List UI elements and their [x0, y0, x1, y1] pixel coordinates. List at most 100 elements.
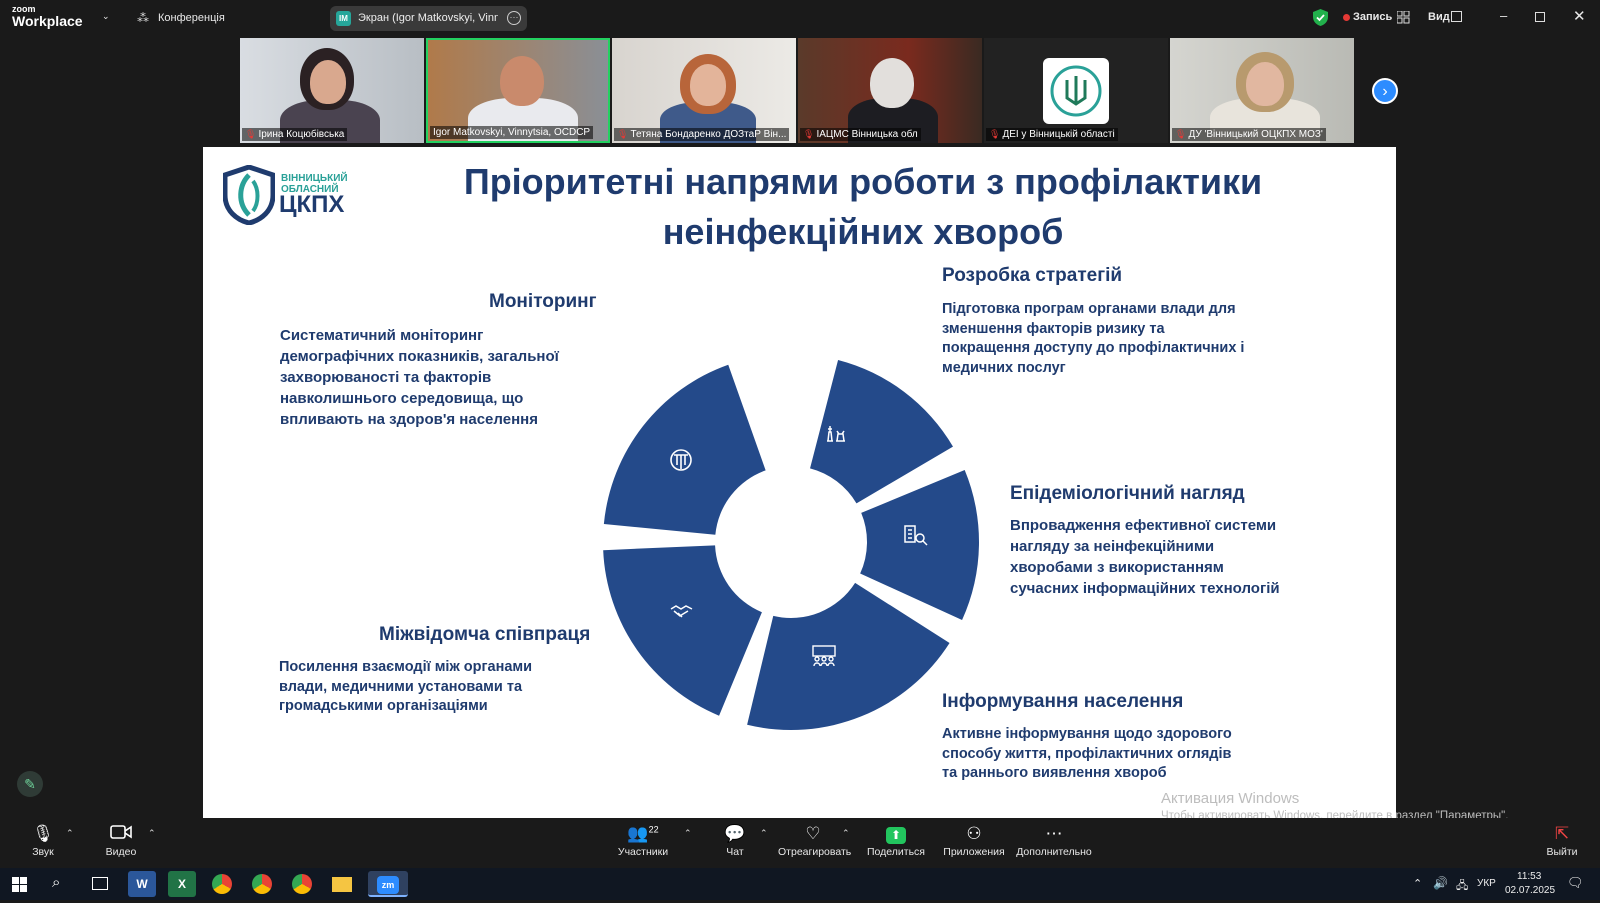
recording-label[interactable]: Запись — [1353, 11, 1392, 23]
share-label: Поделиться — [867, 846, 925, 858]
cooperation-text: Посилення взаємодії між органами влади, … — [279, 659, 533, 714]
participant-face — [690, 64, 726, 106]
priorities-ring-diagram — [603, 359, 979, 730]
gallery-grid-icon[interactable] — [1397, 11, 1410, 24]
participants-options-caret-icon[interactable]: ⌃ — [684, 828, 692, 839]
apps-label: Приложения — [943, 846, 1005, 858]
audio-button[interactable]: 🎙 Звук — [22, 818, 64, 868]
conference-icon: ⁂ — [137, 11, 149, 25]
participant-tile[interactable]: 🎙 ІАЦМС Вінницька обл — [798, 38, 982, 143]
muted-mic-icon: 🎙 — [32, 824, 54, 843]
excel-app-icon[interactable]: X — [168, 871, 196, 897]
screen-share-indicator[interactable]: IM Экран (Igor Matkovskyi, Vinnytsi ··· — [330, 6, 527, 31]
window-restore-icon[interactable] — [1535, 12, 1545, 22]
shared-slide: ВІННИЦЬКИЙ ОБЛАСНИЙ ЦКПХ Пріоритетні нап… — [203, 147, 1396, 818]
leave-door-icon: ⇱ — [1554, 824, 1570, 843]
participant-name-label: 🎙 Тетяна Бондаренко ДОЗтаР Він... — [614, 128, 790, 141]
ukraine-trident-logo-icon — [1050, 65, 1102, 117]
chat-label: Чат — [726, 846, 744, 858]
sharer-avatar-badge: IM — [336, 11, 351, 26]
task-view-icon[interactable] — [92, 877, 108, 890]
chat-button[interactable]: 💬 Чат — [717, 818, 753, 868]
participants-button[interactable]: 👥22 Участники — [612, 818, 674, 868]
leave-meeting-button[interactable]: ⇱ Выйти — [1544, 818, 1580, 868]
brand-big-text: Workplace — [12, 13, 83, 29]
share-screen-button[interactable]: ⬆ Поделиться — [866, 818, 926, 868]
muted-mic-icon: 🎙 — [617, 129, 629, 139]
network-icon[interactable]: 🖧 — [1456, 877, 1468, 896]
tray-overflow-chevron-icon[interactable]: ⌃ — [1413, 877, 1422, 890]
conference-label[interactable]: Конференція — [158, 12, 225, 24]
participant-name-label: 🎙 ІАЦМС Вінницька обл — [800, 128, 921, 141]
monitoring-heading: Моніторинг — [489, 291, 597, 312]
windows-start-icon[interactable] — [12, 877, 27, 892]
muted-mic-icon: 🎙 — [989, 129, 1001, 139]
participants-label: Участники — [617, 846, 669, 858]
encryption-shield-icon[interactable] — [1313, 9, 1328, 26]
share-more-icon[interactable]: ··· — [507, 11, 521, 25]
video-camera-icon — [100, 824, 142, 844]
participant-video-strip: 🎙 Ірина Коцюбівська Igor Matkovskyi, Vinn… — [240, 38, 1360, 144]
participant-tile-active-speaker[interactable]: Igor Matkovskyi, Vinnytsia, OCDCP — [426, 38, 610, 143]
participant-tile[interactable]: 🎙 Ірина Коцюбівська — [240, 38, 424, 143]
chat-options-caret-icon[interactable]: ⌃ — [760, 828, 768, 839]
word-app-icon[interactable]: W — [128, 871, 156, 897]
zoom-top-bar: zoom Workplace ⌄ ⁂ Конференція IM Экран … — [0, 0, 1600, 36]
strategy-heading: Розробка стратегій — [942, 265, 1123, 286]
participant-tile[interactable]: 🎙 ДЕІ у Вінницькій області — [984, 38, 1168, 143]
brand-chevron-down-icon[interactable]: ⌄ — [102, 11, 110, 22]
strategy-text: Підготовка програм органами влади для зм… — [942, 301, 1245, 376]
monitoring-segment — [603, 364, 766, 535]
cooperation-segment — [603, 545, 762, 716]
participant-face — [500, 56, 544, 106]
audio-options-caret-icon[interactable]: ⌃ — [66, 828, 74, 839]
more-button[interactable]: ⋯ Дополнительно — [1016, 818, 1092, 868]
notifications-icon[interactable]: 🗨 — [1567, 875, 1584, 891]
slide-title: Пріоритетні напрями роботи з профілактик… — [463, 161, 1263, 252]
participant-avatar — [1043, 58, 1109, 124]
view-layout-icon[interactable] — [1451, 11, 1462, 22]
annotate-pencil-icon[interactable]: ✎ — [17, 771, 43, 797]
participant-face — [870, 58, 914, 108]
react-options-caret-icon[interactable]: ⌃ — [842, 828, 850, 839]
more-label: Дополнительно — [1016, 846, 1092, 858]
volume-icon[interactable]: 🔊 — [1433, 876, 1448, 890]
zoom-brand-logo: zoom Workplace — [12, 5, 83, 29]
chrome-app-icon-3[interactable] — [288, 871, 316, 897]
chrome-app-icon-2[interactable] — [248, 871, 276, 897]
participant-tile[interactable]: 🎙 ДУ 'Вінницький ОЦКПХ МОЗ' — [1170, 38, 1354, 143]
share-arrow-icon: ⬆ — [866, 824, 926, 844]
muted-mic-icon: 🎙 — [245, 129, 257, 139]
react-button[interactable]: ♡ Отреагировать — [778, 818, 851, 868]
clock-date[interactable]: 02.07.2025 — [1505, 885, 1555, 896]
epidemiological-text: Впровадження ефективної системи нагляду … — [1010, 517, 1280, 597]
screen-share-label: Экран (Igor Matkovskyi, Vinnytsi — [358, 12, 498, 24]
clock-time[interactable]: 11:53 — [1517, 871, 1541, 882]
video-options-caret-icon[interactable]: ⌃ — [148, 828, 156, 839]
leave-label: Выйти — [1546, 846, 1578, 858]
next-participants-chevron-icon[interactable]: › — [1372, 78, 1398, 104]
ckph-shield-logo-icon — [223, 165, 275, 225]
keyboard-language[interactable]: УКР — [1477, 878, 1496, 889]
participants-icon: 👥22 — [627, 824, 659, 843]
chrome-app-icon-1[interactable] — [208, 871, 236, 897]
participant-name-label: 🎙 Ірина Коцюбівська — [242, 128, 348, 141]
apps-button[interactable]: ⚇ Приложения — [941, 818, 1007, 868]
informing-text: Активне інформування щодо здорового спос… — [942, 726, 1232, 781]
video-label: Видео — [105, 846, 137, 858]
recording-dot-icon — [1343, 14, 1350, 21]
participant-name-label: Igor Matkovskyi, Vinnytsia, OCDCP — [430, 126, 594, 139]
epidemiological-heading: Епідеміологічний нагляд — [1010, 483, 1245, 504]
participant-tile[interactable]: 🎙 Тетяна Бондаренко ДОЗтаР Він... — [612, 38, 796, 143]
video-button[interactable]: Видео — [100, 818, 142, 868]
chat-bubble-icon: 💬 — [724, 824, 746, 843]
view-menu-label[interactable]: Вид — [1428, 11, 1450, 23]
window-minimize-icon[interactable]: – — [1500, 8, 1507, 23]
file-explorer-icon[interactable] — [328, 871, 356, 897]
muted-mic-icon: 🎙 — [1175, 129, 1187, 139]
taskbar-search-icon[interactable]: ⌕ — [52, 874, 60, 891]
zoom-app-icon[interactable]: zm — [368, 871, 408, 897]
window-close-icon[interactable]: ✕ — [1573, 7, 1586, 25]
participant-face — [310, 60, 346, 104]
cooperation-heading: Міжвідомча співпраця — [379, 624, 591, 645]
